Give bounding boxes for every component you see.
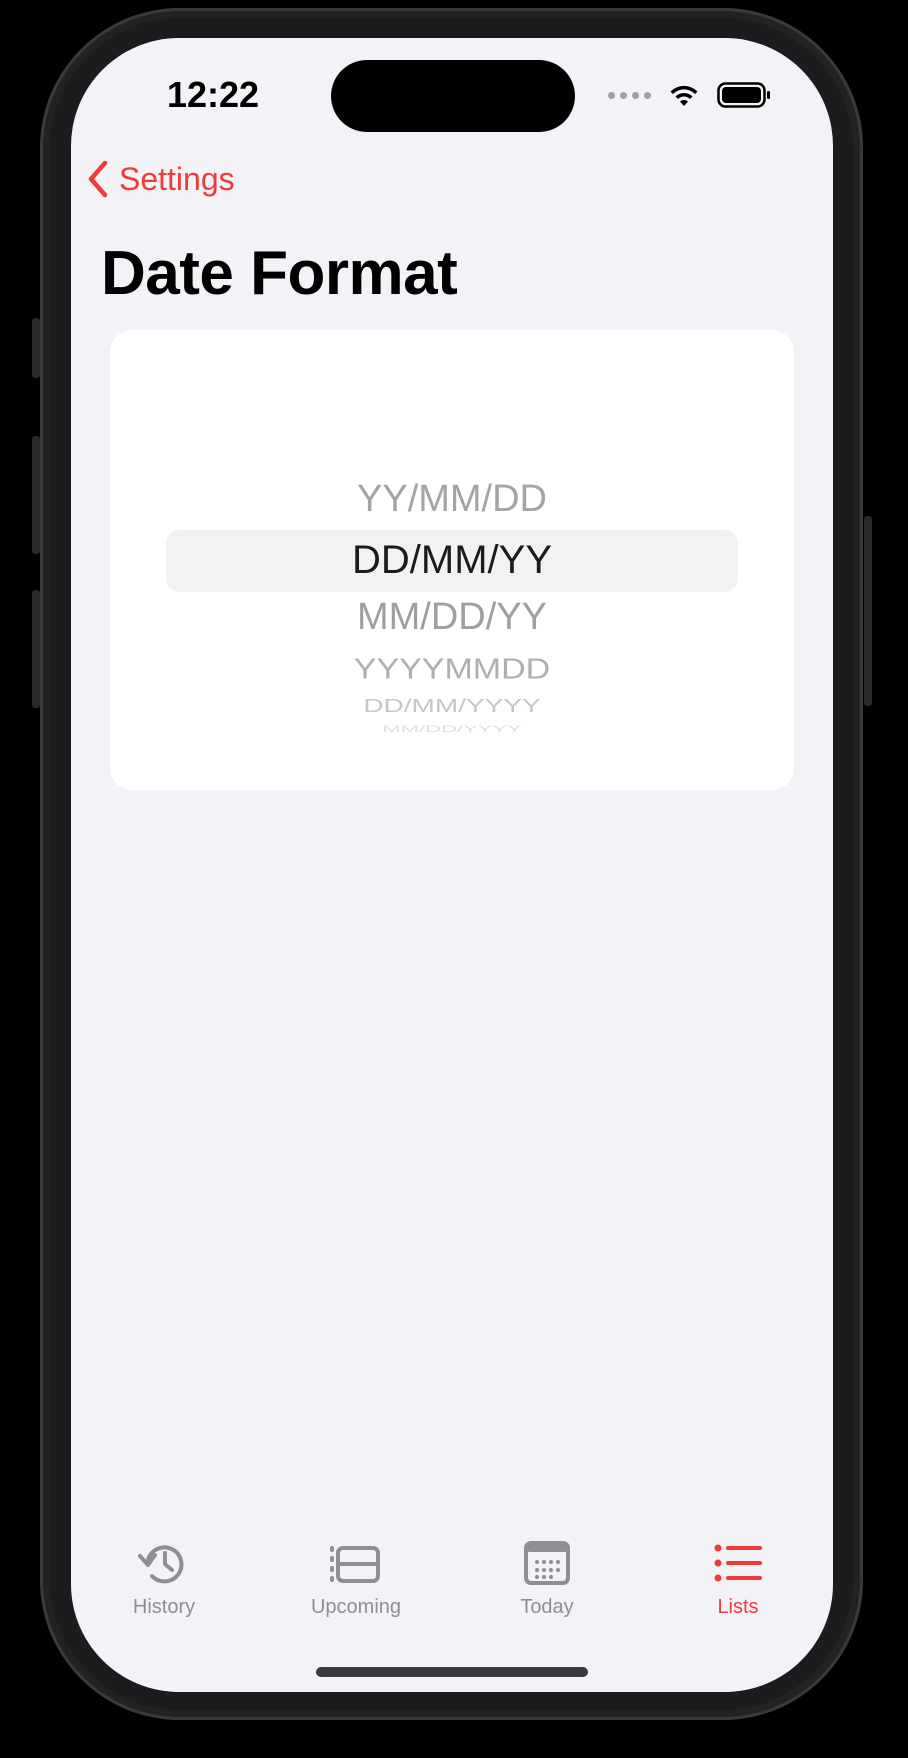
volume-down-button [32, 590, 40, 708]
tab-history[interactable]: History [89, 1538, 239, 1619]
action-button [32, 318, 40, 378]
tab-upcoming[interactable]: Upcoming [281, 1538, 431, 1619]
wifi-icon [670, 85, 698, 106]
battery-icon [717, 82, 770, 108]
chevron-left-icon [88, 160, 108, 198]
tab-history-label: History [132, 1596, 196, 1618]
date-format-picker[interactable]: YY/MM/DD DD/MM/YY MM/DD/YY YYYYMMDD DD/M… [110, 330, 794, 790]
picker-option[interactable]: MM/DD/YYYY [110, 724, 794, 734]
back-button[interactable]: Settings [87, 160, 235, 198]
picker-option[interactable]: YYYYMMDD [110, 653, 794, 686]
dynamic-island [331, 60, 575, 132]
volume-up-button [32, 436, 40, 554]
picker-option[interactable]: DD/MM/YYYY [110, 696, 794, 717]
tab-lists-label: Lists [717, 1596, 759, 1618]
calendar-icon [524, 1541, 570, 1585]
picker-option[interactable]: YY/MM/DD [110, 478, 794, 521]
power-button [864, 516, 872, 706]
back-button-label: Settings [119, 160, 235, 197]
status-time: 12:22 [167, 74, 260, 115]
signal-dots-icon [608, 91, 651, 99]
tab-today[interactable]: Today [472, 1538, 622, 1619]
tab-lists[interactable]: Lists [663, 1538, 813, 1619]
home-indicator[interactable] [316, 1667, 588, 1677]
page-title: Date Format [101, 239, 458, 308]
app-screen: 12:22 Settings Date Format YY/MM/DD DD/M… [71, 38, 833, 1692]
upcoming-icon [330, 1546, 380, 1583]
picker-option[interactable]: MM/DD/YY [110, 596, 794, 639]
history-icon [138, 1545, 184, 1584]
tab-bar: History Upcoming Today Lists [71, 1538, 833, 1638]
status-icons [608, 80, 771, 110]
tab-upcoming-label: Upcoming [310, 1596, 402, 1618]
picker-option-selected[interactable]: DD/MM/YY [110, 538, 794, 583]
tab-today-label: Today [520, 1596, 574, 1618]
list-icon [714, 1544, 762, 1582]
